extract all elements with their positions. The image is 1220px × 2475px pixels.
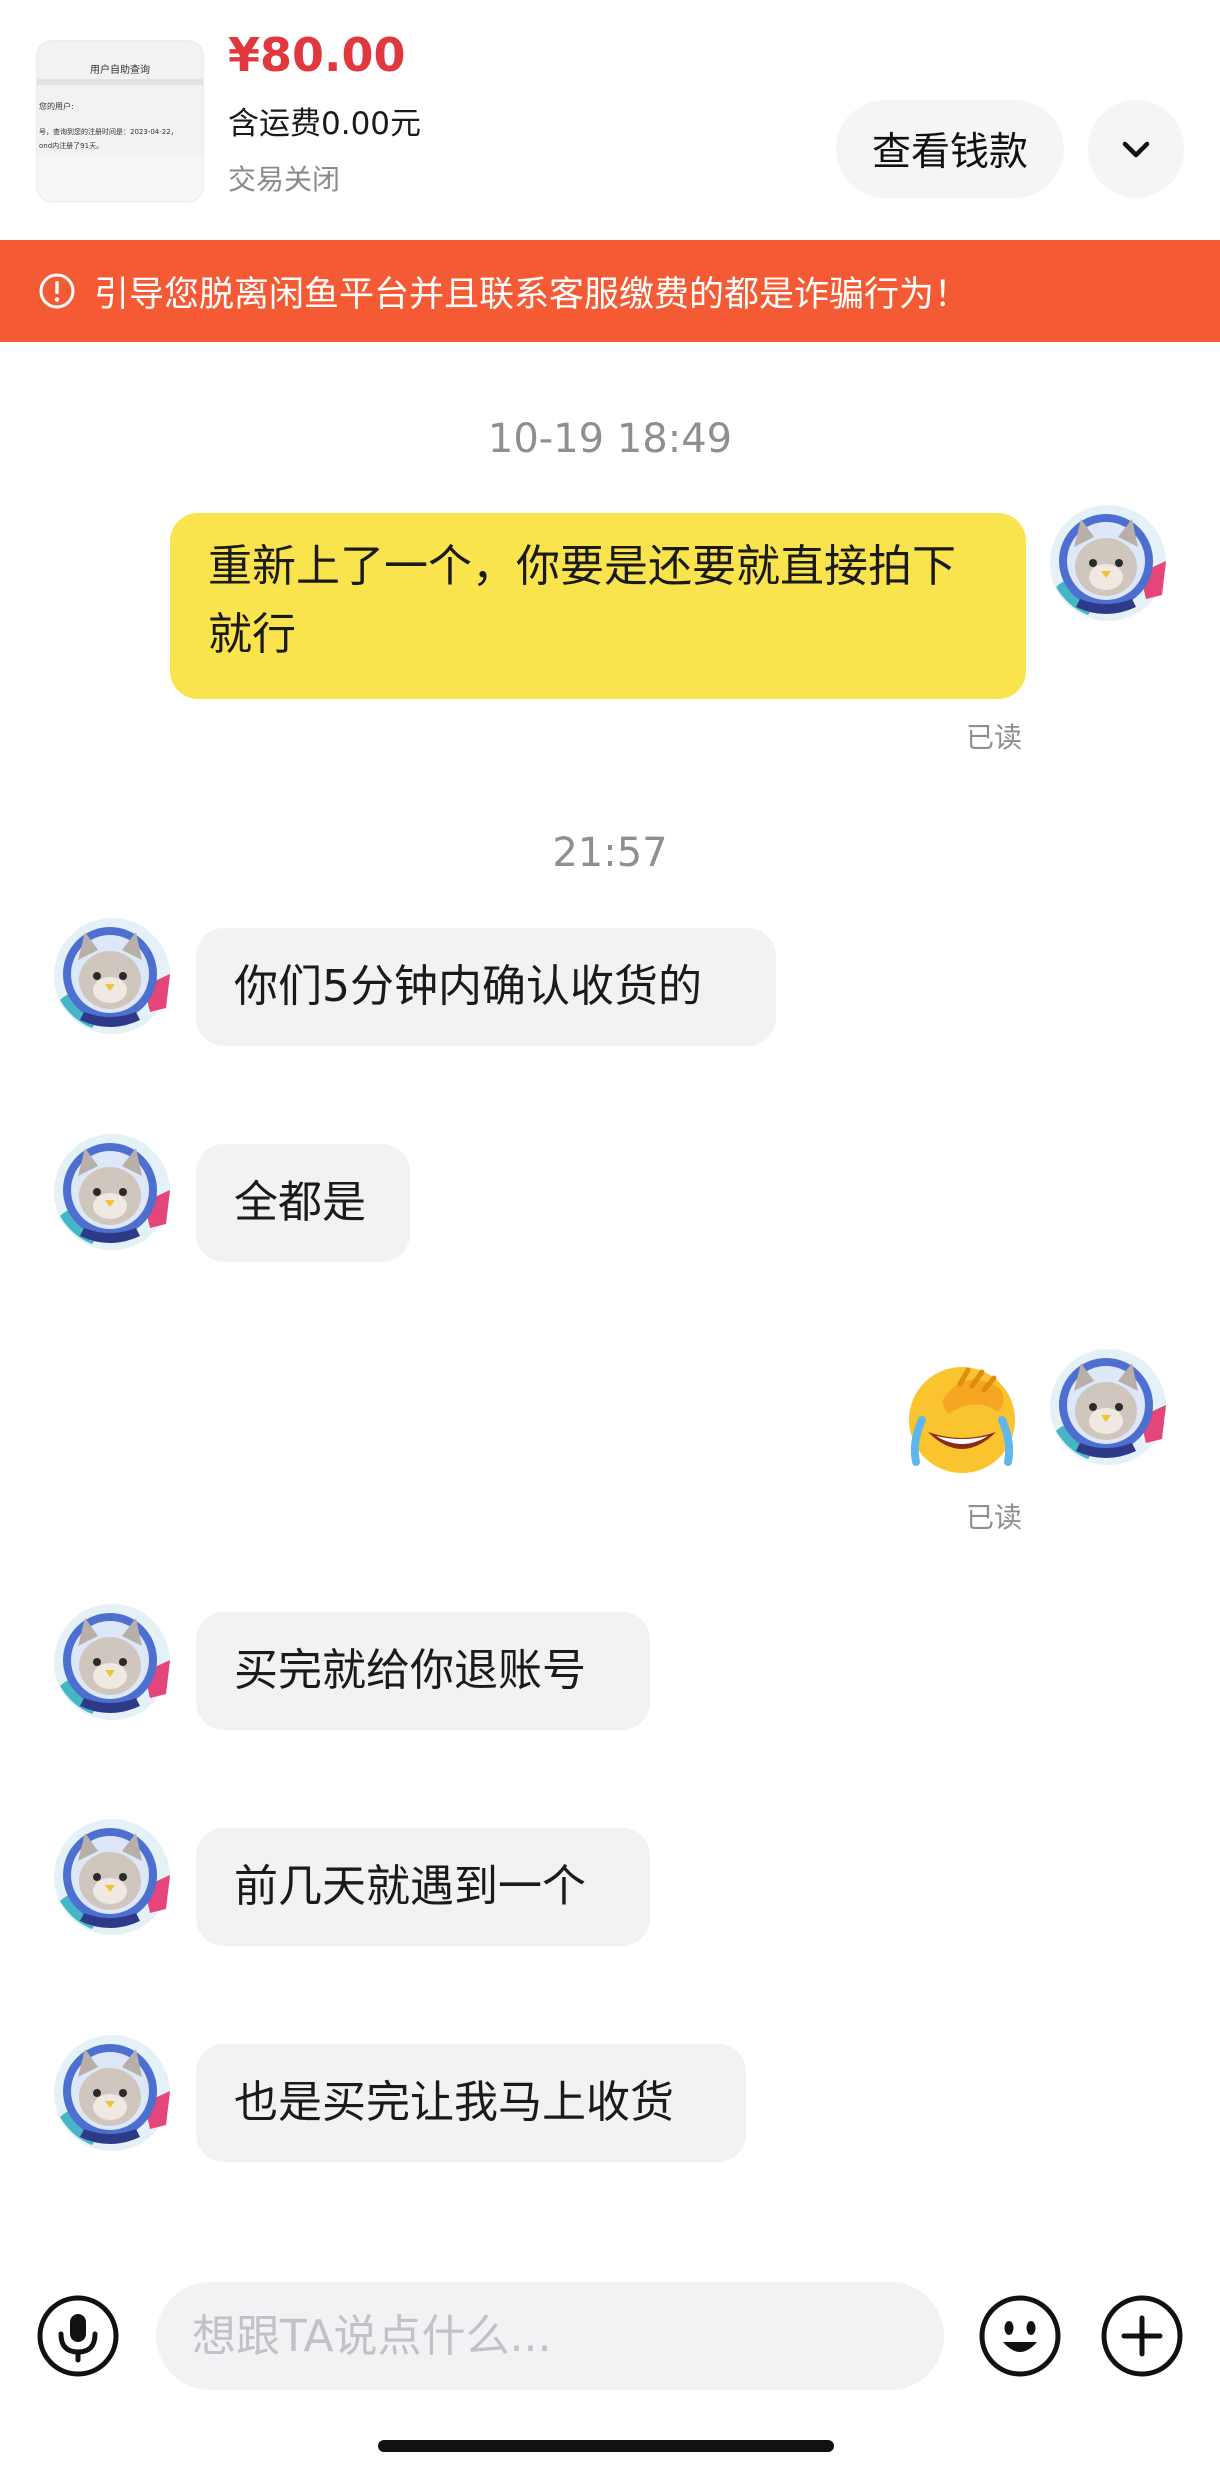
thumbnail-line: 号，查询到您的注册时间是：2023-04-22， <box>39 128 178 136</box>
message-text: 也是买完让我马上收货 <box>234 2077 674 2128</box>
product-price: ¥80.00 <box>228 28 406 82</box>
fraud-warning-banner: 引导您脱离闲鱼平台并且联系客服缴费的都是诈骗行为！ <box>0 240 1220 342</box>
message-bubble-incoming: 前几天就遇到一个 <box>196 1828 650 1946</box>
thumbnail-blank-area <box>37 157 203 201</box>
message-input-bar <box>0 2240 1220 2475</box>
view-payment-button[interactable]: 查看钱款 <box>836 100 1064 198</box>
thumbnail-bar <box>37 79 203 85</box>
shipping-fee: 含运费0.00元 <box>228 106 422 142</box>
message-input[interactable] <box>156 2282 944 2390</box>
read-status: 已读 <box>966 721 1023 754</box>
contact-avatar[interactable] <box>52 1602 172 1722</box>
thumbnail-line: ond内注册了91天。 <box>39 142 104 150</box>
message-text: 全都是 <box>234 1177 366 1228</box>
message-text: 重新上了一个，你要是还要就直接拍下就行 <box>208 541 956 660</box>
read-status: 已读 <box>966 1501 1023 1534</box>
product-header: 用户自助查询 您的用户: 号，查询到您的注册时间是：2023-04-22， on… <box>0 0 1220 240</box>
home-indicator[interactable] <box>378 2440 834 2452</box>
contact-avatar[interactable] <box>52 2033 172 2153</box>
message-text: 你们5分钟内确认收货的 <box>234 961 702 1012</box>
transaction-status: 交易关闭 <box>228 163 341 196</box>
message-bubble-incoming: 全都是 <box>196 1144 410 1262</box>
message-bubble-outgoing: 重新上了一个，你要是还要就直接拍下就行 <box>170 513 1026 699</box>
message-text: 前几天就遇到一个 <box>234 1861 586 1912</box>
exclamation-circle-icon <box>39 273 75 309</box>
contact-avatar[interactable] <box>52 916 172 1036</box>
smiley-icon[interactable] <box>978 2294 1062 2378</box>
my-avatar[interactable] <box>1048 1347 1168 1467</box>
message-bubble-incoming: 你们5分钟内确认收货的 <box>196 928 776 1046</box>
thumbnail-title: 用户自助查询 <box>90 65 150 76</box>
contact-avatar[interactable] <box>52 1817 172 1937</box>
chat-timestamp: 10-19 18:49 <box>487 416 733 462</box>
chevron-down-icon <box>1122 141 1150 158</box>
message-bubble-incoming: 也是买完让我马上收货 <box>196 2044 746 2162</box>
my-avatar[interactable] <box>1048 503 1168 623</box>
microphone-icon[interactable] <box>36 2294 120 2378</box>
expand-button[interactable] <box>1088 100 1184 198</box>
plus-icon[interactable] <box>1100 2294 1184 2378</box>
message-bubble-incoming: 买完就给你退账号 <box>196 1612 650 1730</box>
message-text: 买完就给你退账号 <box>234 1645 586 1696</box>
thumbnail-line: 您的用户: <box>39 102 74 111</box>
chat-timestamp: 21:57 <box>552 830 668 876</box>
warning-text: 引导您脱离闲鱼平台并且联系客服缴费的都是诈骗行为！ <box>94 274 970 315</box>
contact-avatar[interactable] <box>52 1132 172 1252</box>
product-thumbnail[interactable]: 用户自助查询 您的用户: 号，查询到您的注册时间是：2023-04-22， on… <box>36 40 204 202</box>
facepalm-laughing-emoji <box>909 1367 1015 1473</box>
